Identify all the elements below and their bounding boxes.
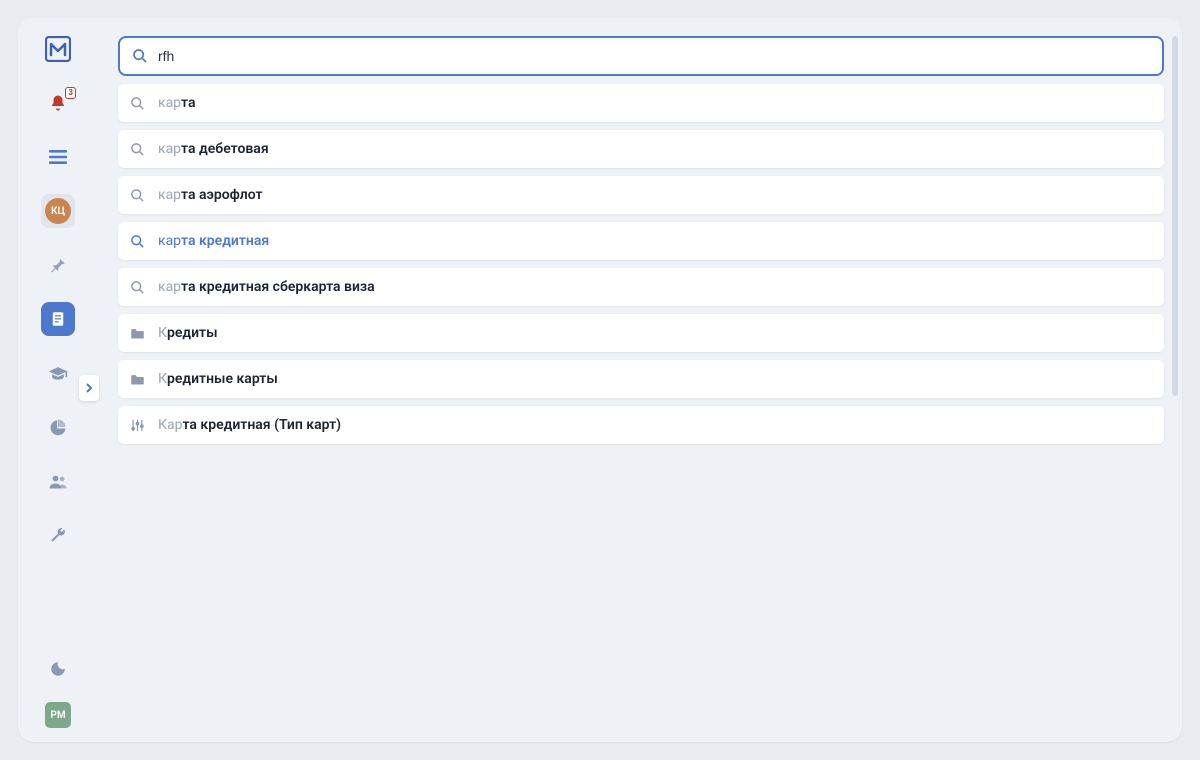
menu-icon [49,149,67,165]
moon-icon [49,660,67,678]
app-frame: 3 КЦ [18,18,1182,742]
sidebar: 3 КЦ [18,18,98,742]
nav-theme-toggle[interactable] [41,652,75,686]
avatar-pm[interactable]: РМ [45,702,71,728]
wrench-icon [49,526,67,544]
nav-pin[interactable] [41,248,75,282]
users-icon [48,473,68,489]
search-icon [130,234,148,249]
suggestion-item[interactable]: Кредиты [118,314,1164,352]
sliders-icon [130,418,148,433]
nav-analytics[interactable] [41,410,75,444]
avatar-pm-label: РМ [50,710,65,721]
suggestion-text: Карта кредитная (Тип карт) [158,417,341,433]
suggestions-list: карта карта дебетовая карта аэрофлот карта … [118,84,1164,444]
logo-m-icon [45,36,71,62]
sidebar-bottom: РМ [41,652,75,728]
app-logo[interactable] [45,36,71,62]
avatar-kc: КЦ [45,198,71,224]
search-icon [130,280,148,295]
suggestion-item[interactable]: карта кредитная сберкарта виза [118,268,1164,306]
chevron-right-icon [84,382,94,394]
suggestion-item[interactable]: карта аэрофлот [118,176,1164,214]
search-icon [130,188,148,203]
pie-chart-icon [49,418,67,436]
folder-icon [130,373,148,386]
main-content: карта карта дебетовая карта аэрофлот карта … [98,18,1182,742]
suggestion-item[interactable]: карта [118,84,1164,122]
nav-profile-kc[interactable]: КЦ [41,194,75,228]
pin-icon [49,256,67,274]
nav-menu[interactable] [41,140,75,174]
folder-icon [130,327,148,340]
bell-icon [49,94,67,112]
document-icon [49,310,67,328]
nav-settings[interactable] [41,518,75,552]
search-icon [130,96,148,111]
suggestion-item[interactable]: карта дебетовая [118,130,1164,168]
nav-users[interactable] [41,464,75,498]
search-icon [130,142,148,157]
nav-education[interactable] [41,356,75,390]
nav-documents[interactable] [41,302,75,336]
search-bar[interactable] [118,36,1164,76]
suggestion-text: Кредиты [158,325,218,341]
suggestion-text: карта дебетовая [158,141,269,157]
suggestion-item[interactable]: карта кредитная [118,222,1164,260]
search-input[interactable] [158,48,1150,64]
suggestion-text: карта кредитная [158,233,269,249]
avatar-kc-label: КЦ [51,206,65,217]
suggestion-text: Кредитные карты [158,371,278,387]
suggestion-text: карта [158,95,196,111]
suggestion-item[interactable]: Кредитные карты [118,360,1164,398]
suggestion-text: карта кредитная сберкарта виза [158,279,375,295]
sidebar-top: 3 КЦ [41,36,75,552]
suggestion-text: карта аэрофлот [158,187,263,203]
graduation-cap-icon [48,365,68,381]
nav-notifications[interactable]: 3 [41,86,75,120]
suggestion-item[interactable]: Карта кредитная (Тип карт) [118,406,1164,444]
sidebar-expand-handle[interactable] [79,375,99,401]
scrollbar[interactable] [1172,36,1178,396]
search-icon [132,48,148,64]
notification-badge: 3 [65,87,76,99]
